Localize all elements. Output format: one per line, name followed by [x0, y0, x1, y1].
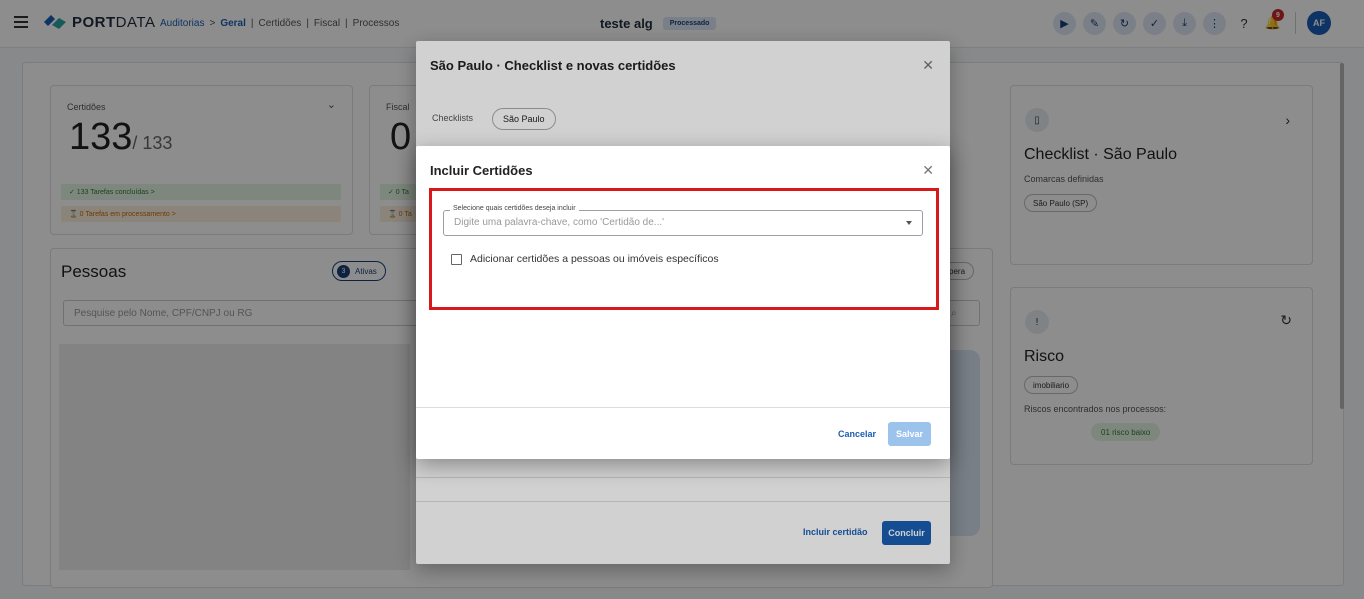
specific-targets-checkbox[interactable]: [451, 253, 462, 265]
close-icon[interactable]: ✕: [922, 162, 934, 179]
certidoes-select[interactable]: Selecione quais certidões deseja incluir…: [443, 205, 923, 236]
specific-targets-option[interactable]: Adicionar certidões a pessoas ou imóveis…: [451, 253, 719, 265]
save-button[interactable]: Salvar: [888, 422, 931, 446]
select-placeholder: Digite uma palavra-chave, como 'Certidão…: [454, 217, 665, 228]
cancel-button[interactable]: Cancelar: [838, 429, 876, 439]
select-label: Selecione quais certidões deseja incluir: [450, 205, 579, 212]
specific-targets-label[interactable]: Adicionar certidões a pessoas ou imóveis…: [470, 253, 719, 265]
incluir-certidoes-dialog: Incluir Certidões ✕ Selecione quais cert…: [416, 146, 950, 459]
incluir-certidoes-title: Incluir Certidões: [430, 163, 533, 178]
divider: [416, 407, 950, 408]
dropdown-arrow-icon[interactable]: [906, 221, 912, 225]
